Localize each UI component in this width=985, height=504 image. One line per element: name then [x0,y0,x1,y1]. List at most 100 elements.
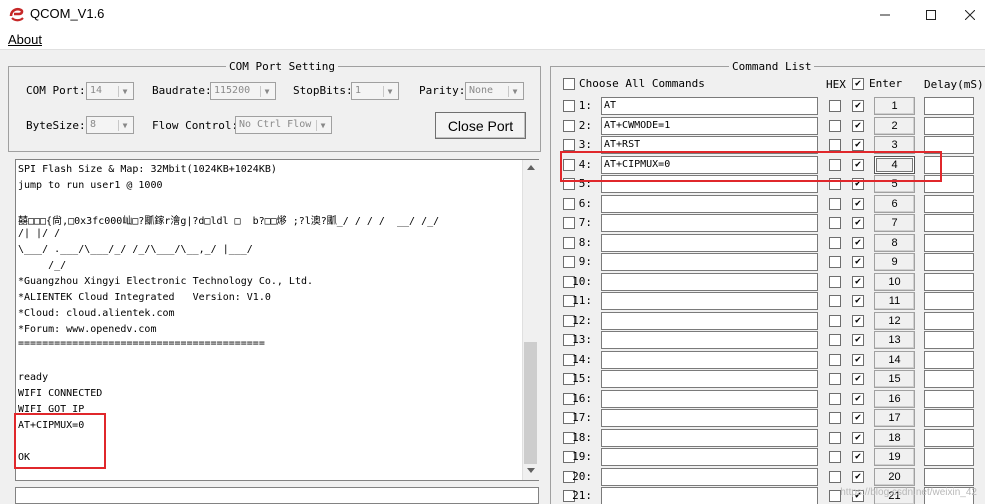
send-command-button[interactable]: 13 [874,331,915,349]
command-input[interactable]: AT [601,97,818,115]
enter-checkbox[interactable]: ✔ [852,451,864,463]
hex-checkbox[interactable] [829,295,841,307]
command-input[interactable] [601,312,818,330]
command-input[interactable] [601,331,818,349]
send-command-button[interactable]: 20 [874,468,915,486]
delay-input[interactable] [924,331,974,349]
send-command-button[interactable]: 11 [874,292,915,310]
delay-input[interactable] [924,273,974,291]
enter-checkbox[interactable]: ✔ [852,217,864,229]
send-command-button[interactable]: 10 [874,273,915,291]
hex-checkbox[interactable] [829,100,841,112]
command-input[interactable] [601,292,818,310]
enter-checkbox[interactable]: ✔ [852,471,864,483]
enter-checkbox[interactable]: ✔ [852,354,864,366]
delay-input[interactable] [924,234,974,252]
delay-input[interactable] [924,253,974,271]
hex-checkbox[interactable] [829,471,841,483]
minimize-button[interactable] [862,0,908,29]
delay-input[interactable] [924,195,974,213]
scroll-down-icon[interactable] [527,468,535,474]
delay-input[interactable] [924,390,974,408]
scroll-up-icon[interactable] [527,164,535,170]
delay-input[interactable] [924,214,974,232]
command-input[interactable] [601,253,818,271]
choose-all-checkbox[interactable] [563,78,575,90]
send-command-button[interactable]: 16 [874,390,915,408]
command-input[interactable] [601,195,818,213]
command-input[interactable] [601,234,818,252]
command-input[interactable] [601,409,818,427]
send-command-button[interactable]: 1 [874,97,915,115]
enter-checkbox[interactable]: ✔ [852,295,864,307]
hex-checkbox[interactable] [829,139,841,151]
hex-checkbox[interactable] [829,315,841,327]
send-command-button[interactable]: 7 [874,214,915,232]
send-command-button[interactable]: 15 [874,370,915,388]
delay-input[interactable] [924,448,974,466]
hex-checkbox[interactable] [829,120,841,132]
enter-checkbox[interactable]: ✔ [852,198,864,210]
delay-input[interactable] [924,409,974,427]
delay-input[interactable] [924,468,974,486]
send-command-button[interactable]: 9 [874,253,915,271]
delay-input[interactable] [924,292,974,310]
com-port-select[interactable]: 14 ▼ [86,82,134,100]
flow-control-select[interactable]: No Ctrl Flow ▼ [235,116,332,134]
send-command-button[interactable]: 2 [874,117,915,135]
enter-checkbox[interactable]: ✔ [852,412,864,424]
command-input[interactable] [601,273,818,291]
send-command-button[interactable]: 8 [874,234,915,252]
scrollbar-thumb[interactable] [524,342,537,464]
baudrate-select[interactable]: 115200 ▼ [210,82,276,100]
delay-input[interactable] [924,370,974,388]
delay-input[interactable] [924,429,974,447]
hex-checkbox[interactable] [829,354,841,366]
enter-all-checkbox[interactable]: ✔ [852,78,864,90]
enter-checkbox[interactable]: ✔ [852,120,864,132]
delay-input[interactable] [924,117,974,135]
send-command-button[interactable]: 12 [874,312,915,330]
hex-checkbox[interactable] [829,198,841,210]
command-input[interactable] [601,214,818,232]
command-input[interactable] [601,351,818,369]
hex-checkbox[interactable] [829,334,841,346]
send-text-area[interactable] [15,487,539,504]
command-input[interactable] [601,390,818,408]
enter-checkbox[interactable]: ✔ [852,334,864,346]
command-input[interactable] [601,429,818,447]
hex-checkbox[interactable] [829,276,841,288]
command-input[interactable] [601,468,818,486]
enter-checkbox[interactable]: ✔ [852,315,864,327]
hex-checkbox[interactable] [829,256,841,268]
enter-checkbox[interactable]: ✔ [852,373,864,385]
enter-checkbox[interactable]: ✔ [852,276,864,288]
hex-checkbox[interactable] [829,217,841,229]
hex-checkbox[interactable] [829,451,841,463]
delay-input[interactable] [924,312,974,330]
delay-input[interactable] [924,351,974,369]
enter-checkbox[interactable]: ✔ [852,237,864,249]
send-command-button[interactable]: 14 [874,351,915,369]
command-input[interactable] [601,370,818,388]
enter-checkbox[interactable]: ✔ [852,100,864,112]
hex-checkbox[interactable] [829,373,841,385]
stopbits-select[interactable]: 1 ▼ [351,82,399,100]
enter-checkbox[interactable]: ✔ [852,139,864,151]
command-input[interactable] [601,487,818,504]
parity-select[interactable]: None ▼ [465,82,524,100]
enter-checkbox[interactable]: ✔ [852,256,864,268]
maximize-button[interactable] [908,0,954,29]
send-command-button[interactable]: 6 [874,195,915,213]
command-input[interactable] [601,448,818,466]
hex-checkbox[interactable] [829,393,841,405]
send-command-button[interactable]: 19 [874,448,915,466]
delay-input[interactable] [924,97,974,115]
bytesize-select[interactable]: 8 ▼ [86,116,134,134]
close-window-button[interactable] [954,0,985,29]
hex-checkbox[interactable] [829,237,841,249]
menu-item-about[interactable]: About [8,32,42,47]
enter-checkbox[interactable]: ✔ [852,393,864,405]
hex-checkbox[interactable] [829,432,841,444]
command-input[interactable]: AT+CWMODE=1 [601,117,818,135]
